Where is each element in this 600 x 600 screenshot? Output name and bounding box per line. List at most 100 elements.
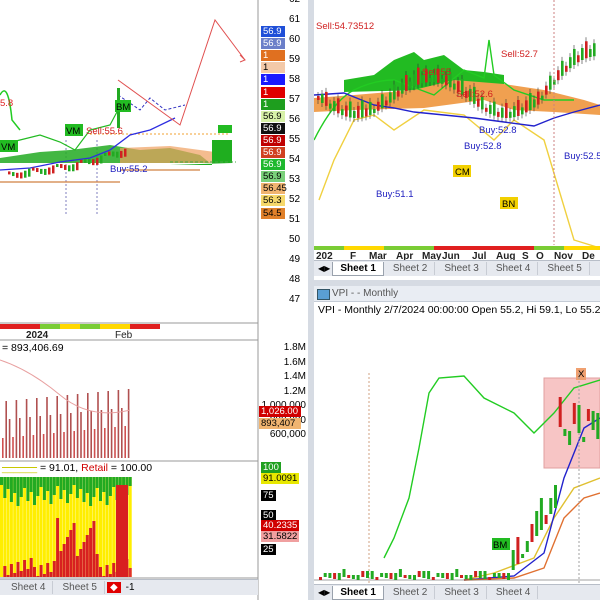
- inst-green-bar: [75, 477, 79, 498]
- candle: [497, 111, 500, 117]
- br-chart-canvas[interactable]: X BM 20182019202020212022: [314, 318, 600, 600]
- inst-green-bar: [95, 477, 99, 488]
- volume-badge-orange: 893,407: [259, 418, 301, 429]
- price-badge: 1: [261, 74, 285, 86]
- volume-tick-label: 1.8M: [283, 342, 306, 353]
- candle: [431, 577, 435, 580]
- left-chart-pane[interactable]: 2024 Feb 5.8 VM VM BM Sell:55.6 Buy:55.2…: [0, 0, 308, 600]
- volume-header: = 893,406.69: [2, 342, 64, 354]
- volume-badge-red: 1,026.00: [259, 406, 301, 417]
- price-badge: 56.9: [261, 38, 285, 50]
- candle: [389, 573, 393, 579]
- candle: [120, 150, 123, 158]
- institutional-badge: 25: [261, 544, 276, 555]
- br-tab-sheet1[interactable]: Sheet 1: [332, 585, 384, 600]
- left-tab-extra[interactable]: -1: [123, 582, 138, 593]
- candle: [325, 91, 328, 106]
- candle: [341, 109, 344, 116]
- candle: [436, 573, 440, 577]
- tr-tab-sheet1[interactable]: Sheet 1: [332, 261, 384, 276]
- br-tab-nav-icon[interactable]: ◀▶: [318, 588, 330, 597]
- institutional-value: = 91.01,: [39, 462, 79, 474]
- bottom-right-chart-pane[interactable]: VPI - - Monthly VPI - Monthly 2/7/2024 0…: [314, 286, 600, 600]
- br-tab-sheet2[interactable]: Sheet 2: [385, 586, 436, 599]
- volume-bar: [121, 408, 123, 458]
- candle: [361, 100, 364, 118]
- inst-red-bar: [39, 565, 43, 577]
- br-info-bar: VPI - Monthly 2/7/2024 00:00:00 Open 55.…: [318, 304, 600, 316]
- price-badge: 56.9: [261, 159, 285, 171]
- inst-green-bar: [128, 477, 132, 486]
- inst-red-bar: [36, 576, 40, 577]
- candle: [569, 57, 572, 69]
- tr-tab-sheet4[interactable]: Sheet 4: [488, 262, 539, 275]
- price-tick-label: 55: [289, 134, 301, 145]
- candle: [557, 70, 560, 81]
- institutional-badge: 91.0091: [261, 473, 300, 484]
- volume-bar: [97, 392, 99, 458]
- candle: [108, 151, 111, 156]
- candle: [384, 573, 388, 578]
- volume-bar: [25, 399, 28, 458]
- inst-red-bar: [6, 575, 10, 577]
- candle: [489, 104, 492, 114]
- tr-tab-sheet5[interactable]: Sheet 5: [540, 262, 590, 275]
- inst-green-bar: [13, 477, 17, 493]
- inst-red-bar: [46, 563, 50, 577]
- candle: [377, 101, 380, 111]
- top-right-chart-pane[interactable]: Sell:54.73512 Sell:52.7 Sell:55 Sell:52.…: [314, 0, 600, 280]
- volume-bar: [80, 412, 82, 458]
- candle: [554, 485, 557, 508]
- candle: [60, 164, 63, 169]
- inst-red-bar: [26, 569, 30, 577]
- tr-sell-1: Sell:54.73512: [316, 21, 374, 32]
- candle: [351, 575, 355, 579]
- tr-tab-nav-icon[interactable]: ◀▶: [318, 264, 330, 273]
- left-tab-add-icon[interactable]: ◆: [106, 582, 121, 593]
- candle: [450, 573, 454, 580]
- inst-green-bar: [0, 477, 3, 485]
- br-tab-sheet3[interactable]: Sheet 3: [437, 586, 487, 599]
- inst-red-bar: [19, 571, 23, 577]
- tr-tab-sheet2[interactable]: Sheet 2: [385, 262, 436, 275]
- volume-bar: [127, 389, 130, 458]
- candle: [577, 405, 581, 433]
- institutional-bars: [0, 477, 132, 577]
- volume-bar: [114, 427, 116, 458]
- volume-bar: [15, 400, 18, 458]
- candle: [427, 571, 431, 579]
- candle: [573, 48, 576, 65]
- candle: [478, 571, 482, 578]
- candle: [357, 105, 360, 118]
- inst-red-bar: [49, 572, 53, 577]
- inst-red-bar: [56, 518, 60, 577]
- br-window-title[interactable]: VPI - - Monthly: [314, 286, 600, 302]
- candle: [469, 575, 473, 580]
- volume-bar: [83, 430, 86, 458]
- volume-bar: [100, 410, 103, 458]
- left-tab-sheet5[interactable]: Sheet 5: [55, 581, 105, 594]
- time-axis-month: Feb: [115, 330, 133, 341]
- price-badge: 54.5: [261, 207, 285, 219]
- volume-bar: [124, 426, 126, 458]
- inst-green-bar: [99, 477, 102, 501]
- candle: [422, 571, 426, 578]
- inst-red-bar: [92, 521, 96, 577]
- br-tab-sheet4[interactable]: Sheet 4: [488, 586, 539, 599]
- candle: [563, 429, 567, 436]
- top-right-chart-canvas[interactable]: Sell:54.73512 Sell:52.7 Sell:55 Sell:52.…: [314, 0, 600, 280]
- left-right-axis-extension: [259, 578, 308, 600]
- tr-tab-sheet3[interactable]: Sheet 3: [437, 262, 487, 275]
- price-tick-label: 54: [289, 154, 301, 165]
- volume-bar: [8, 419, 11, 458]
- retail-value: = 100.00: [110, 462, 153, 474]
- candle: [544, 515, 548, 524]
- candle: [516, 537, 520, 564]
- candle: [409, 81, 412, 89]
- left-tab-sheet4[interactable]: Sheet 4: [4, 581, 54, 594]
- candle: [568, 431, 572, 445]
- candle: [455, 569, 459, 577]
- candle: [345, 105, 348, 117]
- inst-green-bar: [69, 477, 73, 494]
- candle: [525, 541, 529, 552]
